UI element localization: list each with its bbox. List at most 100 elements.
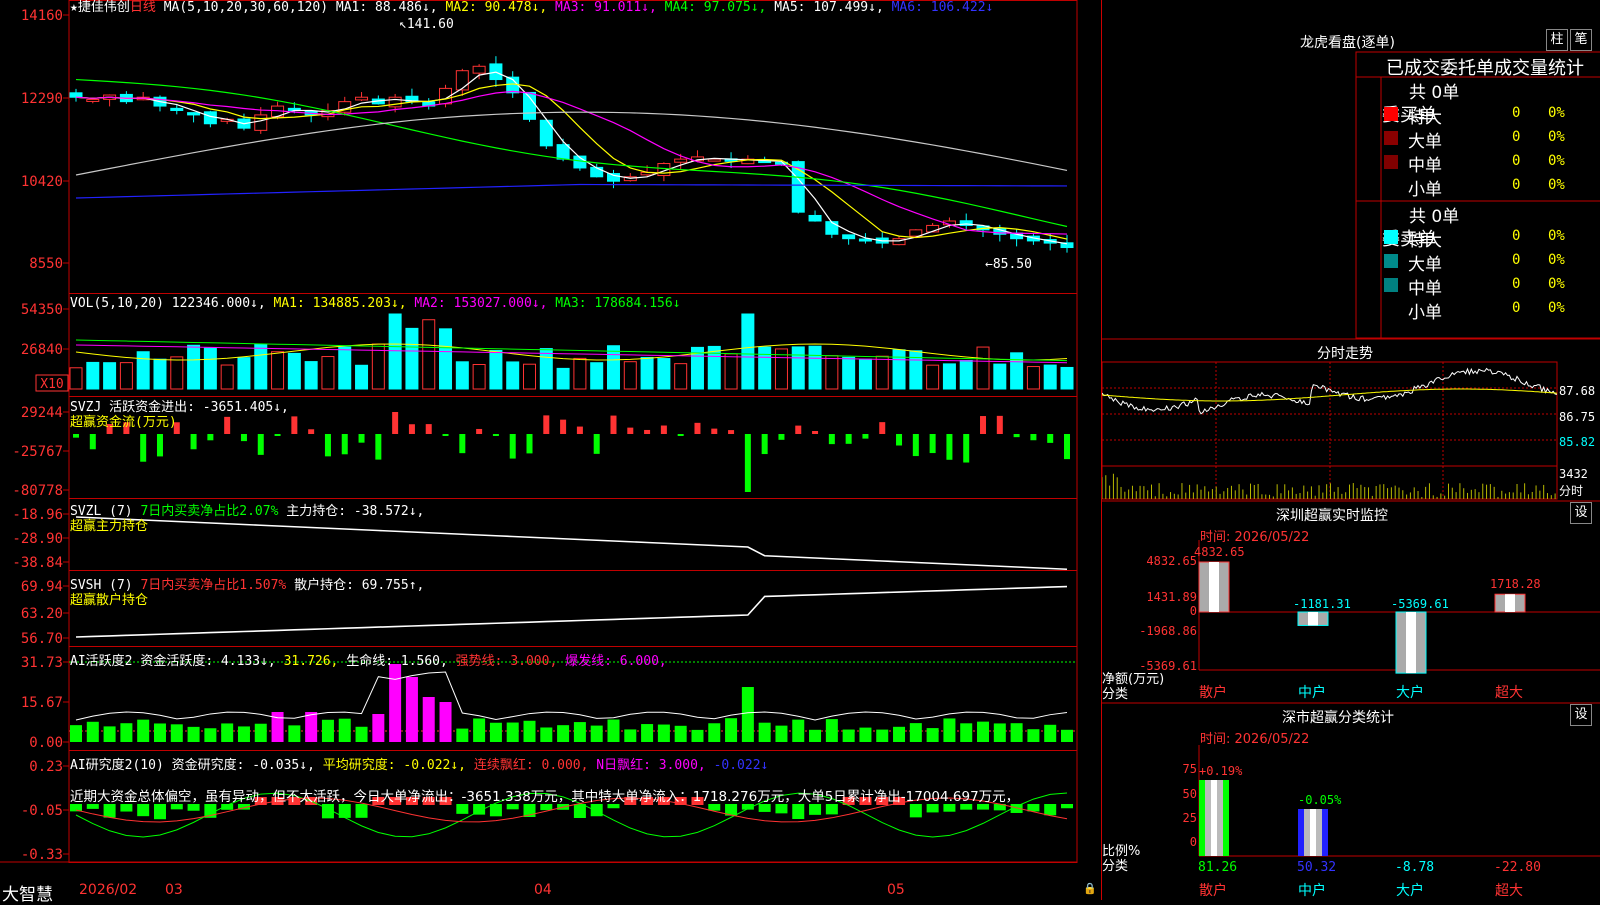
ai2-note: 近期大资金总体偏空，虽有异动，但不太活跃，今日大单净流出：-3651.338万元… (70, 789, 1020, 805)
szm-value-label-0: 4832.65 (1194, 545, 1245, 559)
ai1-group (70, 664, 1073, 742)
ai1-bar (338, 718, 351, 742)
lhb-box (1355, 51, 1600, 339)
szm-bar-highlight (1505, 594, 1515, 612)
ai1-bar (321, 719, 334, 742)
ai2-bar (590, 804, 603, 817)
ai1-bar (624, 729, 637, 742)
main-chart-area[interactable]: 14160 12290 10420 8550 54350 26840 29244 -25767… (0, 0, 1101, 905)
ma2-line (75, 83, 1068, 240)
svzj-bar (89, 434, 96, 450)
volume-bar (909, 350, 923, 390)
ai2-bar (355, 804, 368, 818)
sz-class-settings-button[interactable]: 设 (1570, 704, 1592, 726)
ai2-bar (943, 804, 956, 812)
ai2-bar (825, 804, 838, 815)
vol-ma1: MA1: 134885.203↓, (273, 296, 407, 311)
volume-bar (170, 356, 184, 390)
candle-body (674, 158, 688, 163)
volume-bar (103, 362, 117, 390)
ai1-bar (540, 727, 553, 742)
stock-name[interactable]: 捷佳伟创 (78, 0, 130, 15)
szc-bottom-value-3: -22.80 (1494, 860, 1541, 875)
volume-bar (858, 358, 872, 390)
volume-bar (808, 345, 822, 390)
ai1-bar (775, 725, 788, 742)
svzj-bar (627, 427, 634, 434)
volume-bar (321, 356, 335, 390)
svzj-bar (946, 434, 953, 460)
volume-bar (539, 348, 553, 390)
bar-mode-button[interactable]: 柱 (1546, 29, 1568, 51)
svzj-bar (509, 434, 516, 459)
ai1-bar (893, 726, 906, 742)
ma3-value: MA3: 91.011↓, (555, 0, 657, 15)
candle-body (254, 114, 268, 131)
candle-body (86, 98, 100, 102)
volume-bar (640, 356, 654, 390)
ai1-ylabel-1: 15.67 (21, 695, 63, 711)
volume-bar (422, 319, 436, 390)
candle-body (69, 92, 83, 98)
buy-row-label-1: 大单 (1408, 132, 1442, 152)
volume-bar (1060, 366, 1074, 390)
intraday-vol-group (1102, 473, 1556, 499)
volume-bar (287, 352, 301, 390)
lock-icon[interactable]: 🔒 (1083, 882, 1097, 895)
svzj-bar (677, 434, 684, 436)
vol-ylabel-0: 54350 (21, 302, 63, 318)
volume-bar (405, 327, 419, 390)
szc-ylabel-2: 25 (1182, 811, 1197, 825)
volume-bar (187, 344, 201, 390)
svzj-bar (845, 434, 852, 444)
szc-ylabel-0: 75 (1182, 762, 1197, 776)
szc-ylabel-1: 50 (1182, 787, 1197, 801)
volume-bar (523, 363, 537, 390)
ai1-bar (389, 664, 402, 742)
right-panel: 龙虎看盘(逐单) 柱 笔 已成交委托单成交量统计 委买单 共 0单 特大 0 0% 大… (1101, 0, 1600, 900)
ai2-ylabel-0: 0.23 (29, 759, 63, 775)
svsh-header: SVSH (7) 7日内买卖净占比1.507% 散户持仓: 69.755↑, (70, 578, 424, 594)
svzj-bar (240, 434, 247, 442)
sell-row-val-1: 0 (1512, 252, 1521, 268)
logo-text[interactable]: 大智慧 (2, 880, 53, 905)
svzj-bar (694, 422, 701, 434)
szm-category-1: 中户 (1298, 685, 1326, 701)
volume-bar (573, 357, 587, 390)
candle-body (842, 234, 856, 240)
szm-category-2: 大户 (1396, 685, 1424, 701)
svzj-ylabel-0: 29244 (21, 405, 63, 421)
ai1-bar (153, 723, 166, 742)
svzl-ylabel-1: -28.90 (12, 531, 63, 547)
stroke-mode-button[interactable]: 笔 (1570, 29, 1592, 51)
ai1-bar (909, 723, 922, 742)
svzj-bar (593, 434, 600, 454)
ma-label: MA(5,10,20,30,60,120) (163, 0, 329, 15)
ai1-line (75, 671, 1068, 721)
volume-bar (842, 356, 856, 390)
period-label[interactable]: 日线 (130, 0, 156, 15)
ai1-bar (960, 723, 973, 742)
date-label-1: 03 (165, 882, 183, 898)
sz-monitor-settings-button[interactable]: 设 (1570, 502, 1592, 524)
date-label-0: 2026/02 (79, 882, 138, 898)
ai1-bar (741, 687, 754, 742)
ai2-bar (758, 804, 771, 812)
intraday-vol-label: 3432 (1559, 467, 1588, 481)
intraday-title: 分时走势 (1317, 346, 1373, 362)
svzj-bar (442, 434, 449, 436)
ai1-bar (809, 729, 822, 742)
svzj-bar (459, 434, 466, 454)
buy-row-val-0: 0 (1512, 105, 1521, 121)
svsh-ylabel-2: 56.70 (21, 631, 63, 647)
sell-row-pct-3: 0% (1548, 300, 1565, 316)
szm-value-label-2: -5369.61 (1391, 597, 1449, 611)
volume-bar (724, 353, 738, 390)
ai1-bar (590, 725, 603, 742)
sz-monitor-time: 时间: 2026/05/22 (1200, 530, 1310, 545)
szc-category-2: 大户 (1396, 883, 1424, 899)
ai1-bar (557, 725, 570, 742)
star-icon[interactable]: ★ (70, 0, 78, 15)
svzj-bar (896, 434, 903, 446)
svzj-bar (728, 430, 735, 434)
